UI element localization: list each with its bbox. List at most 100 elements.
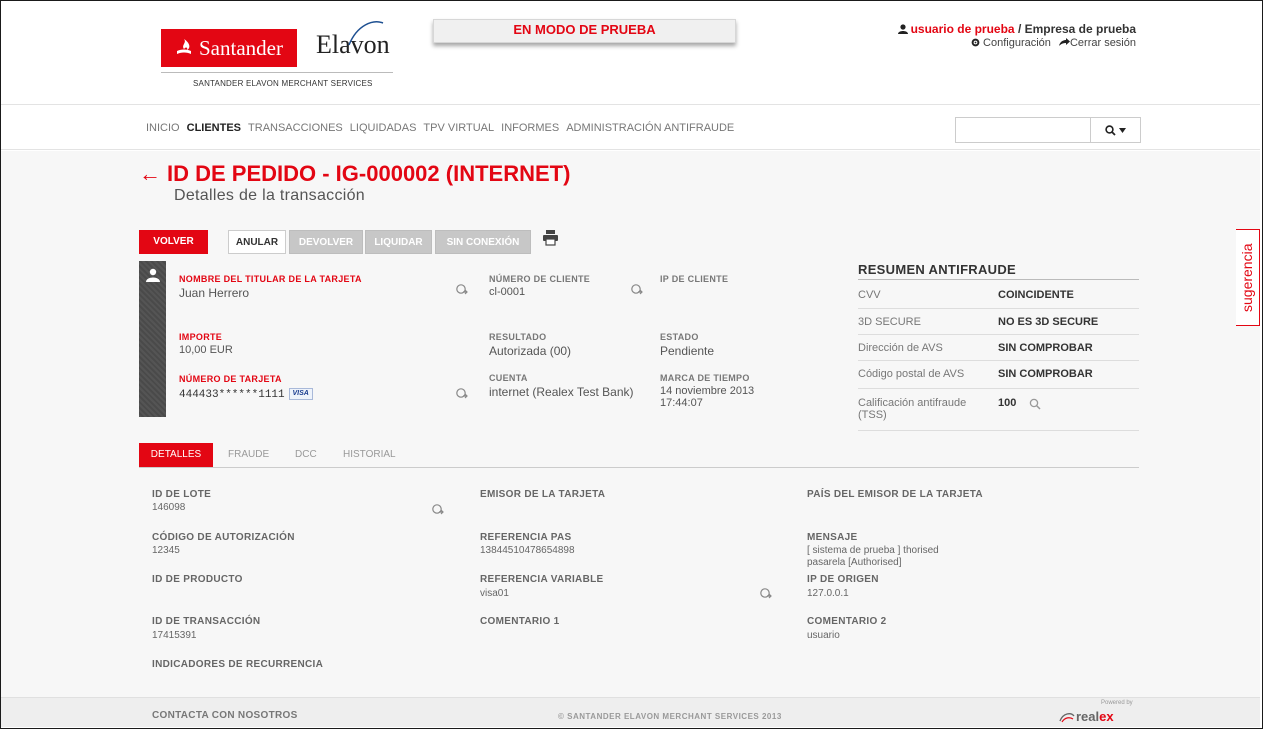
antifraude-row-tss: Calificación antifraude (TSS) 100 [858,389,1139,431]
tab-detalles[interactable]: DETALLES [139,443,213,467]
tss-value: 100 [998,397,1017,409]
nav-items: INICIO CLIENTES TRANSACCIONES LIQUIDADAS… [146,122,734,134]
elavon-arc-icon [348,21,384,46]
visa-card-icon: VISA [288,387,313,400]
titular-value: Juan Herrero [179,286,250,300]
emisor-label: EMISOR DE LA TARJETA [480,489,606,500]
magnifier-icon[interactable] [1029,398,1041,410]
user-line: usuario de prueba / Empresa de prueba [897,22,1136,36]
caret-down-icon [1119,127,1126,133]
volver-button[interactable]: VOLVER [139,230,208,254]
realex-logo-icon [1059,713,1075,723]
pas-value: 13844510478654898 [480,545,575,556]
config-link[interactable]: Configuración [983,37,1051,49]
tss-label-2: (TSS) [858,409,887,421]
user-name-link[interactable]: usuario de prueba [911,22,1015,36]
main-nav: INICIO CLIENTES TRANSACCIONES LIQUIDADAS… [1,104,1260,150]
avs-postcode-label: Código postal de AVS [858,368,965,380]
user-panel: usuario de prueba / Empresa de prueba Co… [897,22,1136,49]
user-separator: / [1014,22,1025,36]
estado-label: ESTADO [660,332,699,342]
lote-value: 146098 [152,502,186,513]
cliente-label: NÚMERO DE CLIENTE [489,274,591,284]
recurrencia-label: INDICADORES DE RECURRENCIA [152,659,324,670]
brand-subtitle: SANTANDER ELAVON MERCHANT SERVICES [193,79,373,88]
iporigen-label: IP DE ORIGEN [807,574,879,585]
gear-icon [971,38,980,47]
cliente-value: cl-0001 [489,286,526,298]
liquidar-button[interactable]: LIQUIDAR [365,230,432,254]
mensaje-value-2: pasarela [Authorised] [807,557,902,568]
tarjeta-row: 444433******1111 VISA [179,386,313,401]
company-name: Empresa de prueba [1024,22,1136,36]
main-content: ← ID DE PEDIDO - IG-000002 (INTERNET) Det… [1,151,1260,697]
antifraude-row-cvv: CVV COINCIDENTE [858,280,1139,309]
brand-logo[interactable]: Santander Elavon SANTANDER ELAVON MERCHA… [161,21,396,91]
comentario2-value: usuario [807,630,840,641]
sin-conexion-button[interactable]: SIN CONEXIÓN [435,230,531,254]
mensaje-value-1: [ sistema de prueba ] thorised [807,545,939,556]
printer-icon[interactable] [542,229,559,246]
iporigen-value: 127.0.0.1 [807,588,849,599]
mensaje-label: MENSAJE [807,532,858,543]
estado-value: Pendiente [660,344,715,358]
avs-postcode-value: SIN COMPROBAR [998,368,1093,380]
tab-dcc[interactable]: DCC [295,443,317,467]
cuenta-label: CUENTA [489,373,528,383]
devolver-button[interactable]: DEVOLVER [289,230,363,254]
back-arrow-icon[interactable]: ← [139,161,161,186]
transaccion-value: 17415391 [152,630,197,641]
powered-by: Powered by [1101,700,1133,706]
tarjeta-value: 444433******1111 [179,389,285,401]
anular-button[interactable]: ANULAR [228,230,286,254]
tab-historial[interactable]: HISTORIAL [343,443,396,467]
resultado-value: Autorizada (00) [489,344,572,358]
cvv-value: COINCIDENTE [998,289,1074,301]
antifraude-row-avs-address: Dirección de AVS SIN COMPROBAR [858,335,1139,361]
pas-label: REFERENCIA PAS [480,532,572,543]
importe-label: IMPORTE [179,332,223,342]
tab-fraude[interactable]: FRAUDE [228,443,269,467]
nav-informes[interactable]: INFORMES [501,122,559,134]
cvv-label: CVV [858,289,881,301]
nav-transacciones[interactable]: TRANSACCIONES [248,122,343,134]
cardholder-strip [139,261,166,417]
page-subtitle: Detalles de la transacción [174,187,366,204]
comentario1-label: COMENTARIO 1 [480,616,560,627]
search-dropdown-button[interactable] [1090,118,1140,142]
santander-wordmark: Santander [199,35,283,60]
nav-clientes[interactable]: CLIENTES [187,122,241,134]
search-input[interactable] [955,117,1141,143]
antifraude-title: RESUMEN ANTIFRAUDE [858,262,1017,277]
marca-value-date: 14 noviembre 2013 [660,385,755,397]
link-out-icon[interactable] [630,283,644,297]
realex-logo[interactable]: realex [1076,709,1114,724]
link-out-icon[interactable] [431,503,445,517]
person-icon [146,268,160,282]
auth-code-label: CÓDIGO DE AUTORIZACIÓN [152,532,295,543]
feedback-tab[interactable]: sugerencia [1236,229,1260,326]
resultado-label: RESULTADO [489,332,547,342]
page-title-text: ID DE PEDIDO - IG-000002 (INTERNET) [167,161,571,186]
logout-link[interactable]: Cerrar sesión [1070,37,1136,49]
test-mode-banner: EN MODO DE PRUEBA [433,19,736,43]
marca-label: MARCA DE TIEMPO [660,373,750,383]
nav-tpv-virtual[interactable]: TPV VIRTUAL [423,122,494,134]
nav-inicio[interactable]: INICIO [146,122,180,134]
importe-value: 10,00 EUR [179,344,233,356]
footer: CONTACTA CON NOSOTROS © SANTANDER ELAVON… [1,697,1260,727]
santander-flame-icon [177,39,191,54]
link-out-icon[interactable] [455,283,469,297]
cuenta-value: internet (Realex Test Bank) [489,385,634,399]
ip-cliente-label: IP DE CLIENTE [660,274,729,284]
nav-admin-antifraude[interactable]: ADMINISTRACIÓN ANTIFRAUDE [566,122,734,134]
realex-wordmark-1: real [1076,709,1100,724]
contact-link[interactable]: CONTACTA CON NOSOTROS [152,710,298,721]
link-out-icon[interactable] [759,587,773,601]
antifraude-row-avs-postcode: Código postal de AVS SIN COMPROBAR [858,361,1139,389]
user-icon [897,24,908,34]
nav-liquidadas[interactable]: LIQUIDADAS [350,122,417,134]
detail-tabs: DETALLES FRAUDE DCC HISTORIAL [139,443,1139,468]
link-out-icon[interactable] [455,387,469,401]
page-title: ← ID DE PEDIDO - IG-000002 (INTERNET) [139,161,570,187]
